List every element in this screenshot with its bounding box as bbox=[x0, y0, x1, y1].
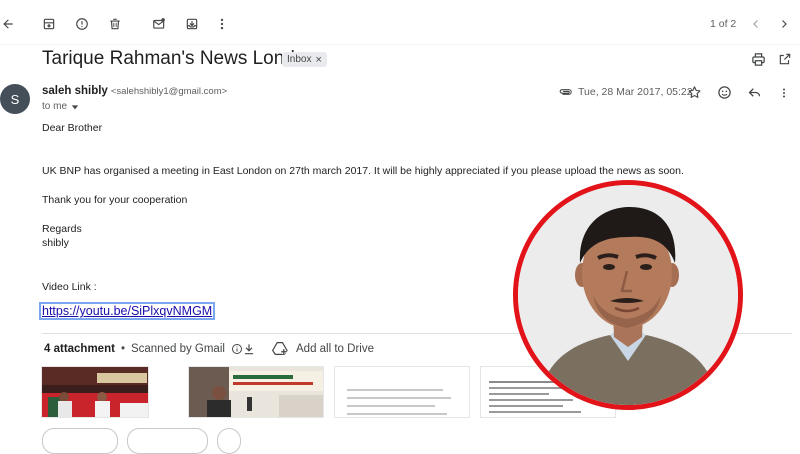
sender-avatar[interactable]: S bbox=[0, 84, 30, 114]
attachment-thumbnail[interactable] bbox=[334, 366, 470, 418]
document-text-line bbox=[489, 405, 563, 407]
open-new-window-icon[interactable] bbox=[777, 51, 793, 67]
email-subject: Tarique Rahman's News London bbox=[42, 48, 317, 69]
document-text-line bbox=[489, 411, 581, 413]
move-to-icon[interactable] bbox=[184, 16, 200, 32]
document-text-line bbox=[347, 389, 443, 391]
scanned-label: Scanned by Gmail bbox=[130, 343, 225, 355]
email-date: Tue, 28 Mar 2017, 05:22 bbox=[578, 86, 693, 98]
add-drive-label: Add all to Drive bbox=[296, 342, 374, 355]
sender-line: saleh shibly <salehshibly1@gmail.com> bbox=[42, 85, 227, 97]
reply-chip[interactable] bbox=[42, 428, 118, 454]
toolbar-divider bbox=[0, 44, 800, 45]
attachment-thumbnail[interactable] bbox=[41, 366, 149, 418]
attachment-count: 4 attachment bbox=[44, 343, 115, 355]
chevron-right-icon[interactable] bbox=[776, 16, 792, 32]
more-vert-icon[interactable] bbox=[214, 16, 230, 32]
message-more-icon[interactable] bbox=[777, 84, 791, 101]
thanks-text: Thank you for your cooperation bbox=[42, 194, 188, 206]
pagination-text: 1 of 2 bbox=[710, 18, 737, 30]
greeting-text: Dear Brother bbox=[42, 122, 103, 134]
emoji-react-icon[interactable] bbox=[716, 84, 733, 101]
header-separator: • bbox=[120, 343, 125, 355]
document-text-line bbox=[347, 405, 435, 407]
chevron-left-icon[interactable] bbox=[748, 16, 764, 32]
document-text-line bbox=[489, 381, 559, 383]
recipient-text: to me bbox=[42, 101, 68, 112]
download-all-icon[interactable] bbox=[241, 341, 257, 357]
regards-text: Regards bbox=[42, 223, 82, 235]
caret-down-icon bbox=[71, 103, 79, 111]
archive-icon[interactable] bbox=[41, 16, 57, 32]
portrait-photo-circle bbox=[513, 180, 743, 410]
mark-unread-icon[interactable] bbox=[151, 16, 167, 32]
forward-chip[interactable] bbox=[127, 428, 208, 454]
attachment-clip-icon bbox=[558, 85, 574, 99]
sender-email: <salehshibly1@gmail.com> bbox=[110, 86, 228, 97]
back-arrow-icon[interactable] bbox=[0, 16, 16, 32]
remove-label-icon[interactable]: × bbox=[315, 54, 321, 66]
attachments-header: 4 attachment • Scanned by Gmail bbox=[44, 343, 243, 355]
star-icon[interactable] bbox=[686, 84, 703, 101]
attachment-thumbnail[interactable] bbox=[188, 366, 324, 418]
document-text-line bbox=[347, 413, 447, 415]
delete-icon[interactable] bbox=[107, 16, 123, 32]
inbox-label-text: Inbox bbox=[287, 54, 312, 65]
document-text-line bbox=[489, 399, 573, 401]
report-spam-icon[interactable] bbox=[74, 16, 90, 32]
inbox-label-chip[interactable]: Inbox × bbox=[282, 52, 327, 67]
emoji-chip[interactable] bbox=[217, 428, 241, 454]
drive-add-icon bbox=[272, 341, 289, 356]
video-link[interactable]: https://youtu.be/SiPlxqvNMGM bbox=[38, 302, 216, 320]
add-all-to-drive-button[interactable]: Add all to Drive bbox=[272, 341, 374, 356]
message-paragraph: UK BNP has organised a meeting in East L… bbox=[42, 165, 684, 177]
print-icon[interactable] bbox=[750, 51, 766, 67]
signature-text: shibly bbox=[42, 237, 69, 249]
video-link-label: Video Link : bbox=[42, 281, 97, 293]
sender-name[interactable]: saleh shibly bbox=[42, 85, 108, 97]
document-text-line bbox=[347, 397, 451, 399]
reply-icon[interactable] bbox=[746, 84, 763, 101]
recipient-dropdown[interactable]: to me bbox=[42, 101, 79, 112]
document-text-line bbox=[489, 393, 549, 395]
